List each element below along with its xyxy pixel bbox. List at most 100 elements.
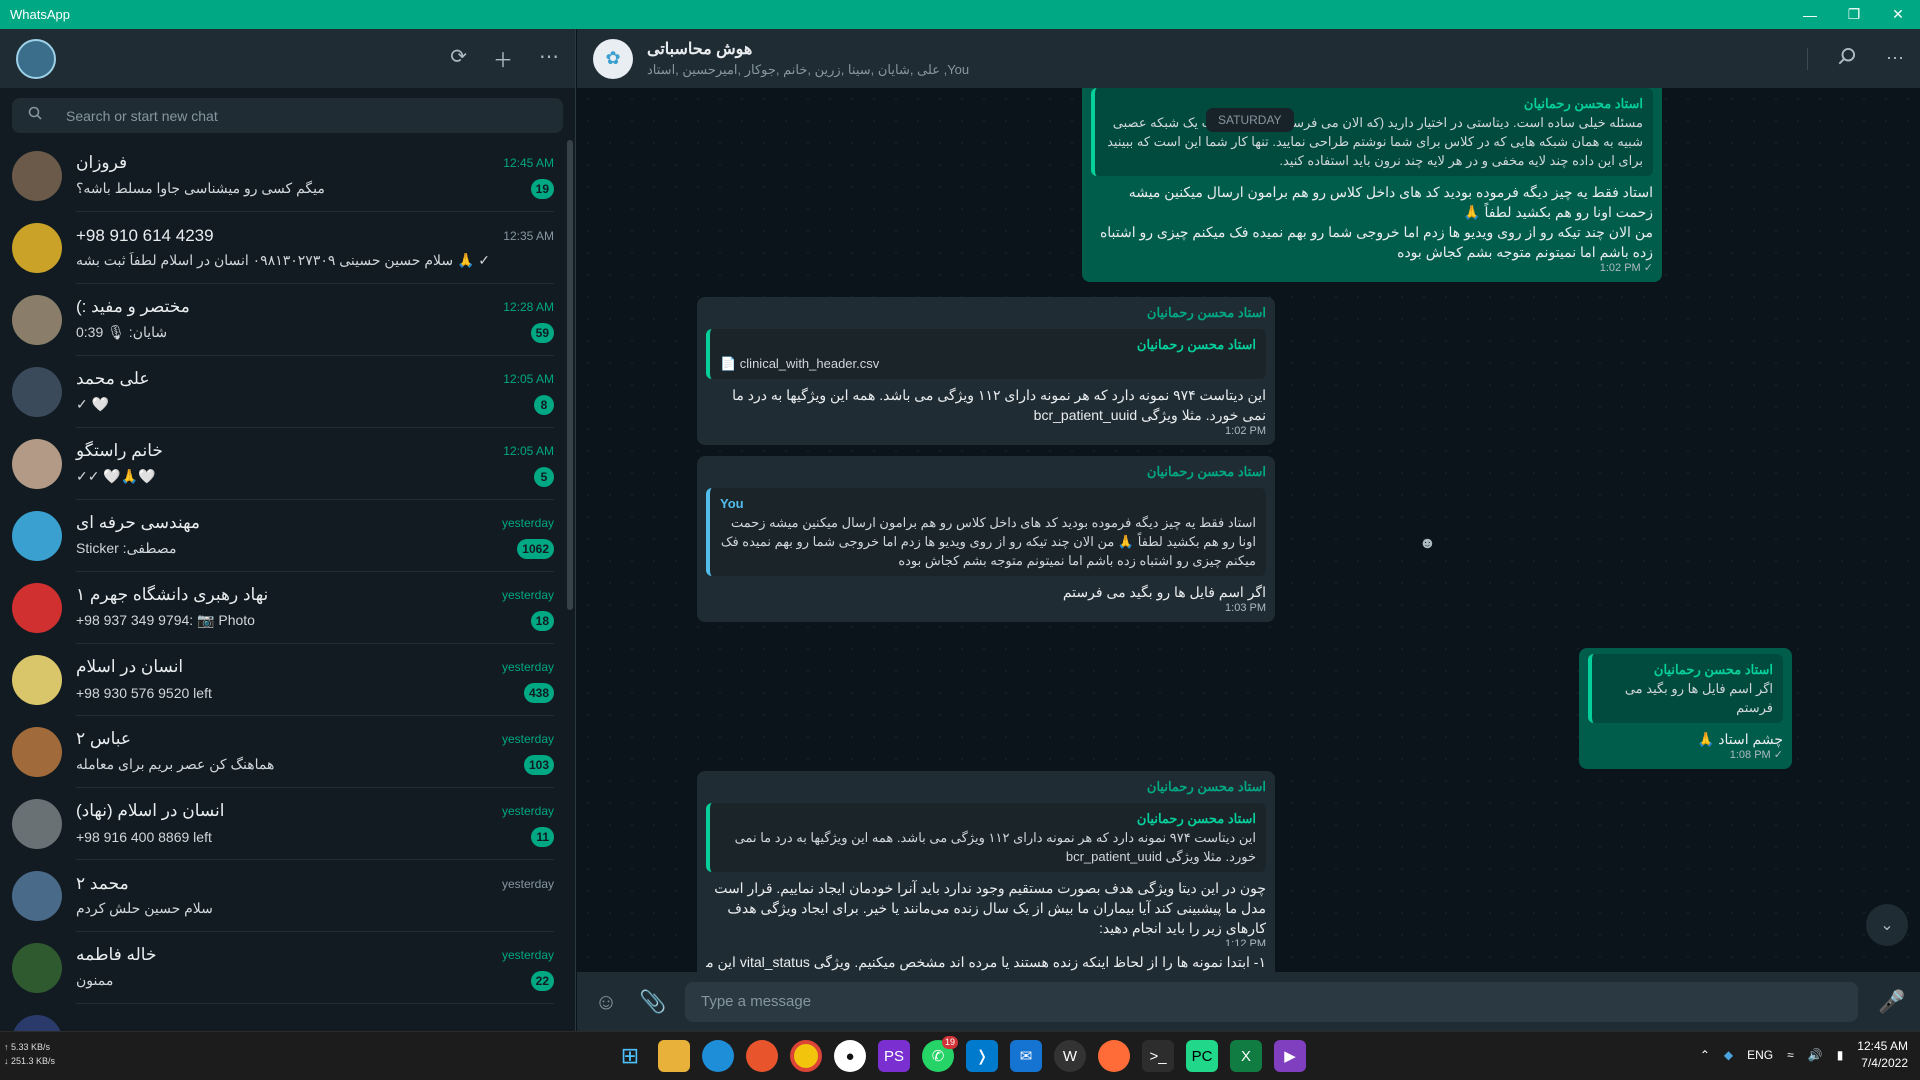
chat-avatar[interactable] <box>12 727 62 777</box>
chat-avatar[interactable] <box>12 367 62 417</box>
chat-name: انسان در اسلام (نهاد) <box>76 800 225 820</box>
battery-icon[interactable]: ▮ <box>1837 1048 1844 1062</box>
edge-icon[interactable] <box>702 1040 734 1072</box>
message-bubble[interactable]: استاد محسن رحمانیان استاد محسن رحمانیان … <box>697 771 1275 958</box>
excel-icon[interactable]: X <box>1230 1040 1262 1072</box>
minimize-icon[interactable]: — <box>1788 0 1832 29</box>
chat-menu-icon[interactable]: ⋯ <box>1886 48 1904 69</box>
chat-avatar[interactable] <box>12 871 62 921</box>
chat-time: 12:05 AM <box>503 443 554 458</box>
chat-list-item[interactable]: مختصر و مفید :) 12:28 AM شایان: 🎙 0:39 5… <box>0 284 566 356</box>
chat-list-item[interactable]: خانم راستگو 12:05 AM ✓✓ 🤍🙏🤍 5 <box>0 428 566 500</box>
message-composer: ☺ 📎 🎤 <box>577 972 1920 1031</box>
chat-avatar[interactable] <box>12 295 62 345</box>
net-upload: ↑ 5.33 KB/s <box>4 1042 51 1052</box>
pycharm-icon[interactable]: PC <box>1186 1040 1218 1072</box>
postman-icon[interactable] <box>1098 1040 1130 1072</box>
chat-avatar[interactable] <box>12 151 62 201</box>
chat-list-item[interactable]: عباس ۲ yesterday هماهنگ کن عصر بریم برای… <box>0 716 566 788</box>
attachment-file[interactable]: 📄 clinical_with_header.csv <box>720 354 1256 373</box>
volume-icon[interactable]: 🔊 <box>1808 1048 1823 1062</box>
wifi-icon[interactable]: ≈ <box>1787 1048 1794 1062</box>
chat-list-item[interactable]: +98 910 614 4239 12:35 AM ✓ 🙏 سلام حسین … <box>0 212 566 284</box>
wakatime-icon[interactable]: W <box>1054 1040 1086 1072</box>
chat-avatar[interactable] <box>12 583 62 633</box>
window-title: WhatsApp <box>10 7 70 22</box>
message-bubble[interactable]: استاد محسن رحمانیان You استاد فقط یه چیز… <box>697 456 1275 622</box>
defender-icon[interactable]: ◆ <box>1724 1048 1733 1062</box>
language-indicator[interactable]: ENG <box>1747 1048 1773 1062</box>
message-bubble[interactable]: استاد محسن رحمانیان استاد محسن رحمانیان … <box>697 297 1275 445</box>
new-chat-icon[interactable]: ＋ <box>493 44 513 73</box>
chat-preview: ممنون <box>76 972 114 988</box>
restore-icon[interactable]: ❐ <box>1832 0 1876 29</box>
conversation-header[interactable]: ✿ هوش محاسباتی علی ,شایان ,سینا ,زرین ,خ… <box>577 29 1920 88</box>
close-icon[interactable]: ✕ <box>1876 0 1920 29</box>
chat-avatar[interactable] <box>12 1015 62 1031</box>
message-time: 1:08 PM ✓ <box>1729 749 1783 761</box>
message-bubble[interactable]: استاد محسن رحمانیان اگر اسم فایل ها رو ب… <box>1579 648 1792 769</box>
group-members: علی ,شایان ,سینا ,زرین ,خانم ,جوکار ,امی… <box>647 62 970 77</box>
chat-list-item[interactable]: هوش مصنوعی ۱۴۰۱ yesterday <box>0 1004 566 1031</box>
chat-list-item[interactable]: انسان در اسلام (نهاد) yesterday +98 916 … <box>0 788 566 860</box>
quoted-message[interactable]: You استاد فقط یه چیز دیگه فرموده بودید ک… <box>706 488 1266 576</box>
message-time: 1:03 PM <box>1225 602 1266 614</box>
phpstorm-icon[interactable]: PS <box>878 1040 910 1072</box>
chat-avatar[interactable] <box>12 943 62 993</box>
message-area[interactable]: استاد محسن رحمانیان مسئله خیلی ساده است.… <box>577 88 1920 972</box>
chat-preview: ✓ 🤍 <box>76 396 110 412</box>
chat-list-item[interactable]: محمد ۲ yesterday سلام حسین حلش کردم <box>0 860 566 932</box>
chat-time: 12:45 AM <box>503 155 554 170</box>
message-input[interactable] <box>685 981 1858 1022</box>
quoted-message[interactable]: استاد محسن رحمانیان اگر اسم فایل ها رو ب… <box>1588 654 1783 723</box>
scroll-down-button[interactable]: ⌄ <box>1866 904 1908 946</box>
vscode-icon[interactable]: ❭ <box>966 1040 998 1072</box>
whatsapp-taskbar-icon[interactable]: ✆ 19 <box>922 1036 958 1072</box>
chrome-icon[interactable] <box>790 1040 822 1072</box>
quoted-message[interactable]: استاد محسن رحمانیان مسئله خیلی ساده است.… <box>1091 88 1653 176</box>
emoji-reaction-icon[interactable]: ☻ <box>1419 535 1436 553</box>
chat-list-scrollbar[interactable] <box>567 140 573 610</box>
chat-avatar[interactable] <box>12 799 62 849</box>
chat-name: خاله فاطمه <box>76 944 157 964</box>
terminal-icon[interactable]: >_ <box>1142 1040 1174 1072</box>
emoji-icon[interactable]: ☺ <box>593 989 619 1015</box>
chat-avatar[interactable] <box>12 439 62 489</box>
clock[interactable]: 12:45 AM 7/4/2022 <box>1857 1038 1908 1072</box>
attach-icon[interactable]: 📎 <box>639 989 666 1015</box>
menu-icon[interactable]: ⋯ <box>539 44 559 73</box>
quoted-message[interactable]: استاد محسن رحمانیان 📄 clinical_with_head… <box>706 329 1266 379</box>
message-bubble[interactable]: ۱- ابتدا نمونه ها را از لحاظ اینکه زنده … <box>697 946 1275 972</box>
message-time: 1:02 PM ✓ <box>1599 262 1653 274</box>
microphone-icon[interactable]: 🎤 <box>1878 989 1905 1015</box>
chat-preview: +98 930 576 9520 left <box>76 684 212 701</box>
chat-list-item[interactable]: مهندسی حرفه ای yesterday مصطفی: Sticker … <box>0 500 566 572</box>
chat-list-item[interactable]: فروزان 12:45 AM میگم کسی رو میشناسی جاوا… <box>0 140 566 212</box>
chevron-up-icon[interactable]: ⌃ <box>1700 1048 1710 1062</box>
mail-icon[interactable]: ✉ <box>1010 1040 1042 1072</box>
chat-avatar[interactable] <box>12 511 62 561</box>
quoted-message[interactable]: استاد محسن رحمانیان این دیتاست ۹۷۴ نمونه… <box>706 803 1266 872</box>
start-icon[interactable]: ⊞ <box>614 1040 646 1072</box>
search-input[interactable] <box>66 107 506 124</box>
chat-name: انسان در اسلام <box>76 656 184 676</box>
message-bubble[interactable]: استاد محسن رحمانیان مسئله خیلی ساده است.… <box>1082 88 1662 282</box>
chat-list-item[interactable]: خاله فاطمه yesterday ممنون 22 <box>0 932 566 1004</box>
chat-avatar[interactable] <box>12 223 62 273</box>
record-icon[interactable] <box>746 1040 778 1072</box>
search-messages-icon[interactable] <box>1838 47 1856 70</box>
chat-name: علی محمد <box>76 368 150 388</box>
file-explorer-icon[interactable] <box>658 1040 690 1072</box>
chat-time: yesterday <box>501 587 554 602</box>
profile-avatar[interactable] <box>16 38 56 79</box>
chat-list-item[interactable]: انسان در اسلام yesterday +98 930 576 952… <box>0 644 566 716</box>
status-icon[interactable]: ⟳ <box>450 44 467 73</box>
visual-studio-icon[interactable]: ▶ <box>1274 1040 1306 1072</box>
search-box[interactable] <box>12 98 563 133</box>
chat-list-item[interactable]: نهاد رهبری دانشگاه جهرم ۱ yesterday +98 … <box>0 572 566 644</box>
group-avatar[interactable]: ✿ <box>593 38 633 79</box>
chat-list-item[interactable]: علی محمد 12:05 AM ✓ 🤍 8 <box>0 356 566 428</box>
signal-icon[interactable]: ● <box>834 1040 866 1072</box>
chat-avatar[interactable] <box>12 655 62 705</box>
unread-badge: 103 <box>523 754 554 775</box>
